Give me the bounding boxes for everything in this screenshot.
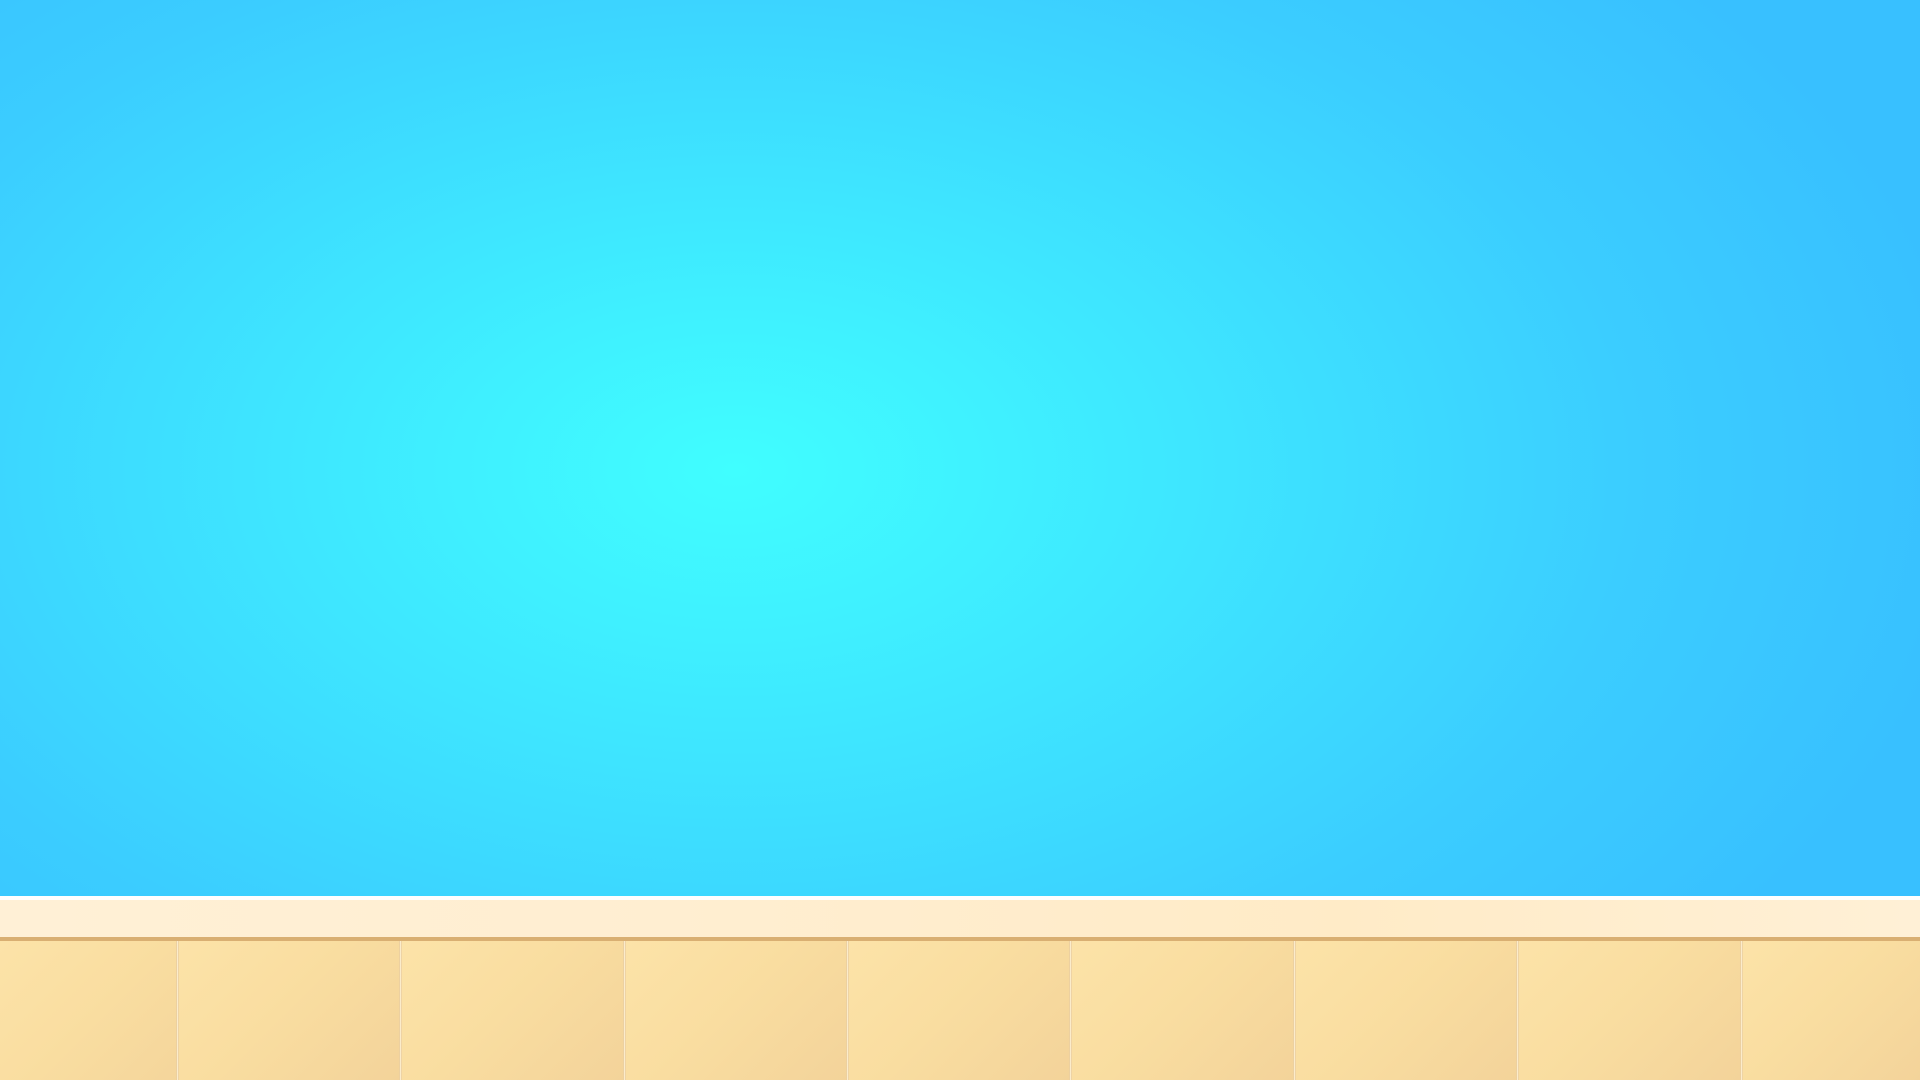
counter-cabinet-panels: [0, 941, 1920, 1080]
cabinet-panel-2: [179, 941, 400, 1080]
cabinet-panel-5: [849, 941, 1070, 1080]
cabinet-panel-4: [626, 941, 847, 1080]
cabinet-panel-8: [1519, 941, 1740, 1080]
blue-background-wall: [0, 0, 1920, 896]
cabinet-panel-7: [1296, 941, 1517, 1080]
game-scene: [0, 0, 1920, 1080]
cabinet-panel-6: [1072, 941, 1293, 1080]
cabinet-panel-3: [402, 941, 623, 1080]
counter-top-surface: [0, 900, 1920, 938]
cabinet-panel-9: [1743, 941, 1920, 1080]
